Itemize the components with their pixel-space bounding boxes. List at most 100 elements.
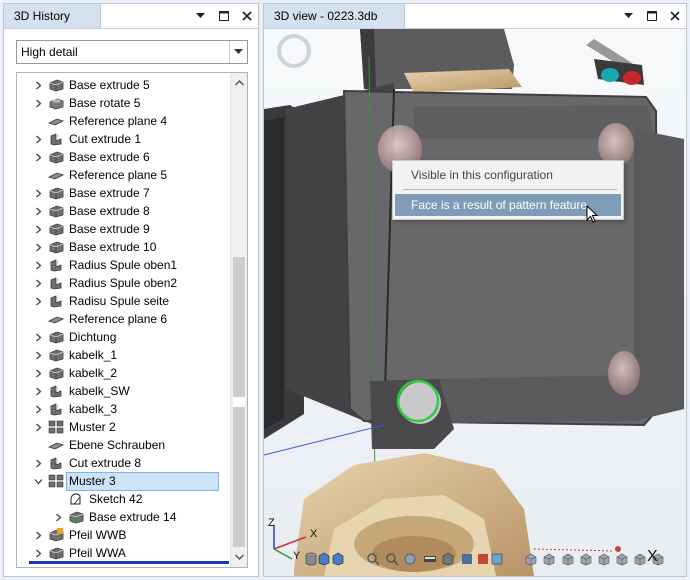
tree-item[interactable]: kabelk_1: [17, 346, 230, 364]
chevron-right-icon[interactable]: [33, 148, 43, 166]
chevron-right-icon[interactable]: [33, 274, 43, 292]
mouse-cursor-icon: [586, 205, 599, 223]
chevron-right-icon[interactable]: [33, 184, 43, 202]
3d-model-scene[interactable]: Z X Y: [264, 29, 686, 576]
cube-icon[interactable]: [331, 552, 345, 566]
bottom-view-icon[interactable]: [615, 552, 629, 566]
tree-item[interactable]: Base extrude 10: [17, 238, 230, 256]
chevron-right-icon[interactable]: [33, 526, 43, 544]
tree-item[interactable]: Cut extrude 1: [17, 130, 230, 148]
detail-level-select[interactable]: High detail: [16, 40, 248, 64]
tree-item[interactable]: Cut extrude 8: [17, 454, 230, 472]
close-icon[interactable]: [663, 4, 686, 28]
tree-item[interactable]: Radius Spule oben1: [17, 256, 230, 274]
tree-item[interactable]: Muster 3: [17, 471, 230, 491]
history-panel: 3D History High detail Base extrude 5 Bas…: [3, 3, 259, 577]
cube-icon[interactable]: [317, 552, 331, 566]
tree-item[interactable]: Base extrude 8: [17, 202, 230, 220]
chevron-right-icon[interactable]: [33, 256, 43, 274]
tree-item[interactable]: Base extrude 6: [17, 148, 230, 166]
zoom-icon[interactable]: [366, 552, 380, 566]
chevron-right-icon[interactable]: [33, 544, 43, 562]
scroll-up-icon[interactable]: [231, 75, 247, 91]
render-icon[interactable]: [476, 552, 490, 566]
tree-item[interactable]: Radisu Spule seite: [17, 292, 230, 310]
extrude-icon: [48, 77, 64, 93]
left-view-icon[interactable]: [633, 552, 647, 566]
iso-view-icon[interactable]: [524, 552, 538, 566]
tree-item-label: Base extrude 10: [69, 239, 157, 254]
chevron-down-icon[interactable]: [229, 41, 247, 63]
chevron-right-icon[interactable]: [33, 220, 43, 238]
maximize-icon[interactable]: [212, 4, 235, 28]
tree-item[interactable]: kabelk_SW: [17, 382, 230, 400]
history-panel-title[interactable]: 3D History: [4, 4, 101, 28]
view-panel-title[interactable]: 3D view - 0223.3db: [264, 4, 405, 28]
chevron-right-icon[interactable]: [53, 508, 63, 526]
chevron-right-icon[interactable]: [33, 76, 43, 94]
rotate-view-icon[interactable]: [403, 552, 417, 566]
tree-item-label: Base extrude 7: [69, 185, 150, 200]
maximize-icon[interactable]: [640, 4, 663, 28]
tree-item[interactable]: Pfeil WWB: [17, 526, 230, 544]
tree-item[interactable]: Radius Spule oben2: [17, 274, 230, 292]
extrude-green-icon: [68, 509, 84, 525]
extrude-icon: [48, 365, 64, 381]
side-view-icon[interactable]: [579, 552, 593, 566]
chevron-right-icon[interactable]: [33, 382, 43, 400]
back-view-icon[interactable]: [597, 552, 611, 566]
tree-item[interactable]: Ebene Schrauben: [17, 436, 230, 454]
chevron-right-icon[interactable]: [33, 454, 43, 472]
pattern-icon: [48, 473, 64, 489]
view-panel: 3D view - 0223.3db Z X Y Visible in this…: [263, 3, 687, 577]
tree-item[interactable]: Pfeil WWA: [17, 544, 230, 562]
tree-item[interactable]: Dichtung: [17, 328, 230, 346]
zoom-icon[interactable]: [385, 552, 399, 566]
chevron-right-icon[interactable]: [33, 202, 43, 220]
chevron-right-icon[interactable]: [33, 346, 43, 364]
chevron-right-icon[interactable]: [33, 400, 43, 418]
chevron-down-icon[interactable]: [33, 472, 43, 490]
chevron-right-icon[interactable]: [33, 238, 43, 256]
scroll-down-icon[interactable]: [231, 549, 247, 565]
tree-item-label: Ebene Schrauben: [69, 437, 166, 452]
tree-item-label: Pfeil WWB: [69, 527, 127, 542]
wire-icon[interactable]: [490, 552, 504, 566]
top-view-icon[interactable]: [561, 552, 575, 566]
tree-item[interactable]: Muster 2: [17, 418, 230, 436]
chevron-right-icon[interactable]: [33, 328, 43, 346]
orientation-ring-icon: [277, 34, 311, 68]
dropdown-arrow-icon[interactable]: [189, 4, 212, 28]
tree-item[interactable]: Sketch 42: [17, 490, 230, 508]
chevron-right-icon[interactable]: [33, 418, 43, 436]
tree-item[interactable]: Base extrude 9: [17, 220, 230, 238]
chevron-right-icon[interactable]: [33, 94, 43, 112]
chevron-right-icon[interactable]: [33, 364, 43, 382]
shaded-icon[interactable]: [460, 552, 474, 566]
tree-item[interactable]: kabelk_2: [17, 364, 230, 382]
tree-item[interactable]: Reference plane 5: [17, 166, 230, 184]
tree-item[interactable]: kabelk_3: [17, 400, 230, 418]
menu-item-visible-in-configuration[interactable]: Visible in this configuration: [395, 164, 621, 186]
tree-item[interactable]: Reference plane 4: [17, 112, 230, 130]
tree-scrollbar[interactable]: [230, 73, 247, 567]
tree-item[interactable]: Base extrude 7: [17, 184, 230, 202]
front-view-icon[interactable]: [542, 552, 556, 566]
chevron-right-icon[interactable]: [33, 292, 43, 310]
tree-item[interactable]: Base extrude 5: [17, 76, 230, 94]
history-tree[interactable]: Base extrude 5 Base rotate 5 Reference pla…: [16, 72, 248, 568]
3d-viewport[interactable]: Z X Y Visible in this configuration Face…: [264, 29, 686, 576]
section-icon[interactable]: [423, 552, 437, 566]
tree-item[interactable]: Base rotate 5: [17, 94, 230, 112]
dropdown-arrow-icon[interactable]: [617, 4, 640, 28]
tree-item-label: Muster 2: [69, 419, 116, 434]
view-cube-icon[interactable]: [441, 552, 455, 566]
cylinder-icon[interactable]: [304, 552, 318, 566]
chevron-right-icon[interactable]: [33, 130, 43, 148]
tree-item[interactable]: Reference plane 6: [17, 310, 230, 328]
cut-icon: [48, 275, 64, 291]
tree-item-label: Radius Spule oben2: [69, 275, 178, 290]
tree-item[interactable]: Base extrude 14: [17, 508, 230, 526]
close-icon[interactable]: [235, 4, 258, 28]
extrude-icon: [48, 329, 64, 345]
